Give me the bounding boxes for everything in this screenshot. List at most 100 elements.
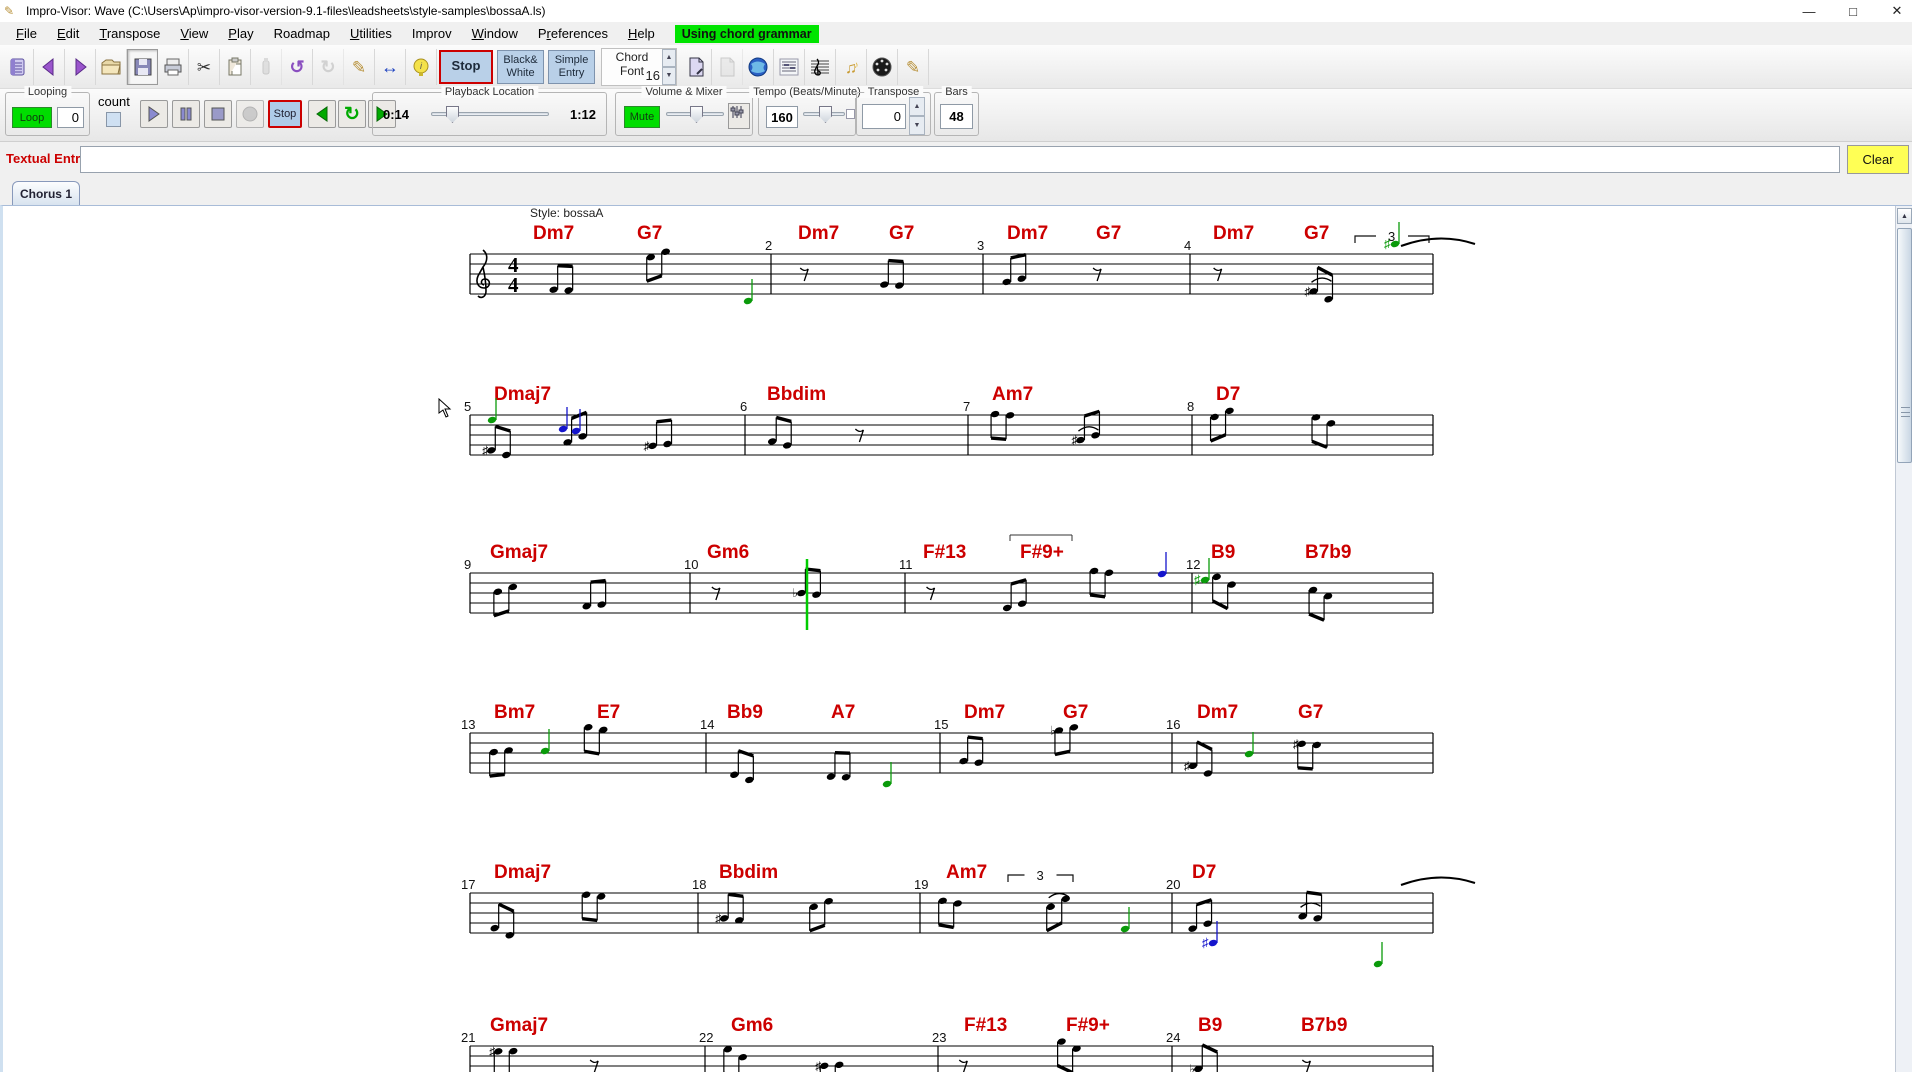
menu-item-improv[interactable]: Improv xyxy=(402,24,462,43)
music-notation[interactable]: Style: bossaA2 3 4Dm7 G7 Dm7 G7 Dm7 G7 Dm7 G744 ♯♯… xyxy=(3,206,1895,1072)
notation-button[interactable] xyxy=(805,48,836,85)
chord-symbol[interactable]: F#13 xyxy=(964,1015,1007,1036)
tempo-slider[interactable] xyxy=(803,106,845,123)
black-white-button[interactable]: Black& White xyxy=(497,49,544,84)
chord-symbol[interactable]: Dm7 xyxy=(533,223,574,244)
chord-symbol[interactable]: Gmaj7 xyxy=(490,1015,548,1036)
chord-symbol[interactable]: F#9+ xyxy=(1066,1015,1110,1036)
advice-button[interactable]: i xyxy=(406,48,437,85)
play-button[interactable] xyxy=(140,100,168,128)
new-leadsheet-button[interactable] xyxy=(3,48,34,85)
menu-item-roadmap[interactable]: Roadmap xyxy=(264,24,340,43)
stop-playback-button[interactable]: Stop xyxy=(439,49,493,84)
chord-symbol[interactable]: B9 xyxy=(1211,542,1235,563)
tempo-field[interactable]: 160 xyxy=(766,106,798,128)
menu-item-transpose[interactable]: Transpose xyxy=(89,24,170,43)
chord-symbol[interactable]: F#9+ xyxy=(1020,542,1064,563)
chord-symbol[interactable]: Am7 xyxy=(946,862,987,883)
chord-symbol[interactable]: D7 xyxy=(1216,384,1240,405)
chord-symbol[interactable]: G7 xyxy=(637,223,662,244)
scrollbar-up-arrow-icon[interactable]: ▲ xyxy=(1897,208,1912,224)
chord-symbol[interactable]: G7 xyxy=(1304,223,1329,244)
mixer-button[interactable] xyxy=(728,103,750,129)
chord-symbol[interactable]: E7 xyxy=(597,702,620,723)
sketch-button[interactable]: ✎ xyxy=(898,48,929,85)
chord-symbol[interactable]: B7b9 xyxy=(1305,542,1351,563)
clear-button[interactable]: Clear xyxy=(1847,145,1909,174)
chord-symbol[interactable]: B7b9 xyxy=(1301,1015,1347,1036)
improv-notes-button[interactable]: ♫ ♪ xyxy=(836,48,867,85)
stop-square-button[interactable] xyxy=(204,100,232,128)
pause-button[interactable] xyxy=(172,100,200,128)
chord-symbol[interactable]: Gm6 xyxy=(731,1015,773,1036)
volume-slider[interactable] xyxy=(666,106,724,123)
menu-item-utilities[interactable]: Utilities xyxy=(340,24,402,43)
tempo-slider-thumb[interactable] xyxy=(819,106,832,123)
menu-item-help[interactable]: Help xyxy=(618,24,665,43)
chord-symbol[interactable]: Dm7 xyxy=(798,223,839,244)
web-button[interactable] xyxy=(743,48,774,85)
transpose-up-icon[interactable]: ▲ xyxy=(909,97,925,116)
page-button[interactable] xyxy=(712,48,743,85)
chord-symbol[interactable]: Am7 xyxy=(992,384,1033,405)
chord-symbol[interactable]: Dm7 xyxy=(1213,223,1254,244)
open-button[interactable] xyxy=(96,48,127,85)
chord-symbol[interactable]: G7 xyxy=(889,223,914,244)
chord-symbol[interactable]: Dm7 xyxy=(1007,223,1048,244)
save-button[interactable] xyxy=(127,48,158,85)
record-button[interactable] xyxy=(236,100,264,128)
scrollbar-thumb[interactable] xyxy=(1897,228,1912,463)
menu-item-play[interactable]: Play xyxy=(218,24,263,43)
cut-button[interactable]: ✂ xyxy=(189,48,220,85)
count-checkbox[interactable] xyxy=(106,112,121,127)
stop-active-button[interactable]: Stop xyxy=(268,100,302,128)
midi-button[interactable] xyxy=(867,48,898,85)
menu-item-file[interactable]: File xyxy=(6,24,47,43)
menu-item-edit[interactable]: Edit xyxy=(47,24,89,43)
textual-entry-input[interactable] xyxy=(80,146,1840,173)
chord-font-up-icon[interactable]: ▲ xyxy=(662,48,676,67)
chord-symbol[interactable]: G7 xyxy=(1063,702,1088,723)
piano-roll-button[interactable] xyxy=(774,48,805,85)
pencil-button[interactable]: ✎ xyxy=(344,48,375,85)
redo-button[interactable]: ↻ xyxy=(313,48,344,85)
playback-slider[interactable] xyxy=(431,106,549,123)
leadsheet-panel[interactable]: Style: bossaA 2 3 4 Dm7 G7 Dm7 G7 Dm7 G7 Dm7 G7 4 4 ♯ ♯… xyxy=(0,205,1912,1072)
volume-slider-thumb[interactable] xyxy=(690,106,703,123)
transpose-field[interactable]: 0 xyxy=(862,104,906,129)
menu-item-view[interactable]: View xyxy=(170,24,218,43)
close-button[interactable]: ✕ xyxy=(1888,3,1906,19)
print-button[interactable] xyxy=(158,48,189,85)
simple-entry-button[interactable]: Simple Entry xyxy=(548,49,595,84)
chord-font-down-icon[interactable]: ▼ xyxy=(662,66,676,85)
loop-playback-button[interactable]: ↻ xyxy=(338,100,366,128)
chord-symbol[interactable]: Bbdim xyxy=(719,862,778,883)
chord-symbol[interactable]: G7 xyxy=(1096,223,1121,244)
maximize-button[interactable]: □ xyxy=(1844,4,1862,19)
undo-button[interactable]: ↺ xyxy=(282,48,313,85)
glue-button[interactable] xyxy=(251,48,282,85)
expand-button[interactable]: ↔ xyxy=(375,48,406,85)
chord-symbol[interactable]: Bbdim xyxy=(767,384,826,405)
chord-font-spinner[interactable]: Chord Font 16 ▲ ▼ xyxy=(601,47,677,86)
chord-symbol[interactable]: Dm7 xyxy=(964,702,1005,723)
chord-symbol[interactable]: D7 xyxy=(1192,862,1216,883)
chord-symbol[interactable]: G7 xyxy=(1298,702,1323,723)
back-button[interactable] xyxy=(34,48,65,85)
chord-symbol[interactable]: Dmaj7 xyxy=(494,862,551,883)
minimize-button[interactable]: — xyxy=(1800,4,1818,19)
playback-slider-thumb[interactable] xyxy=(446,106,459,123)
new-chorus-button[interactable] xyxy=(681,48,712,85)
tab-chorus-1[interactable]: Chorus 1 xyxy=(12,181,80,205)
chord-symbol[interactable]: Gmaj7 xyxy=(490,542,548,563)
menu-item-window[interactable]: Window xyxy=(462,24,528,43)
loop-count-field[interactable]: 0 xyxy=(57,107,84,128)
menu-item-preferences[interactable]: Preferences xyxy=(528,24,618,43)
chord-symbol[interactable]: Dmaj7 xyxy=(494,384,551,405)
transpose-down-icon[interactable]: ▼ xyxy=(909,116,925,135)
mute-button[interactable]: Mute xyxy=(624,106,660,128)
paste-button[interactable] xyxy=(220,48,251,85)
chord-symbol[interactable]: Bb9 xyxy=(727,702,763,723)
chord-symbol[interactable]: Bm7 xyxy=(494,702,535,723)
step-back-button[interactable] xyxy=(308,100,336,128)
